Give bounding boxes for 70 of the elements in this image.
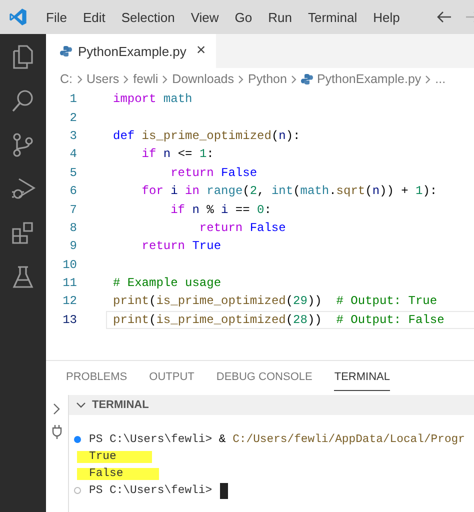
chevron-right-icon[interactable] [53, 403, 61, 415]
code-line: def is_prime_optimized(n): [113, 128, 300, 143]
menu-item[interactable]: File [38, 10, 75, 24]
terminal-prompt: PS C:\Users\fewli> [89, 434, 212, 446]
code-line: if n <= 1: [140, 147, 214, 162]
menu-item[interactable]: Terminal [300, 10, 366, 24]
code-line: print(is_prime_optimized(28)) # Output: False [113, 312, 444, 327]
line-number: 10 [62, 258, 77, 272]
line-number: 9 [68, 239, 77, 254]
files-icon[interactable] [10, 44, 36, 70]
breadcrumb-item[interactable]: PythonExample.py [316, 72, 422, 86]
breadcrumb-item[interactable]: Python [248, 72, 287, 86]
line-number: 8 [68, 220, 77, 235]
extensions-icon[interactable] [10, 220, 36, 246]
line-number: 11 [62, 276, 77, 290]
python-file-icon [60, 45, 72, 57]
breadcrumb-item[interactable]: C: [60, 72, 72, 86]
highlighted-output: True [77, 450, 152, 462]
terminal-title: TERMINAL [92, 399, 149, 411]
terminal-section-header[interactable]: TERMINAL [69, 395, 474, 415]
terminal-command: & C:/Users/fewli/AppData/Local/Progr [218, 434, 465, 446]
line-number: 12 [62, 294, 77, 308]
code-editor-logo-icon [8, 7, 28, 27]
menu-item[interactable]: View [182, 10, 227, 24]
breadcrumb-item[interactable]: Users [86, 72, 120, 86]
chevron-right-icon [425, 74, 432, 84]
breadcrumb-item[interactable]: ... [435, 72, 446, 86]
line-number: 1 [68, 92, 77, 106]
line-number: 5 [68, 166, 77, 180]
code-line: # Example usage [113, 276, 222, 290]
code-line: import math [113, 92, 192, 106]
back-arrow-icon[interactable] [436, 10, 452, 24]
panel-tab[interactable]: OUTPUT [149, 371, 194, 391]
line-number: 4 [68, 147, 77, 162]
chevron-right-icon [290, 74, 297, 84]
code-line: return True [140, 239, 222, 254]
search-icon[interactable] [10, 88, 36, 114]
breadcrumb-item[interactable]: fewli [133, 72, 158, 86]
menu-item[interactable]: Help [365, 10, 408, 24]
python-file-icon [300, 73, 313, 85]
panel-tab[interactable]: DEBUG CONSOLE [216, 371, 312, 391]
close-icon[interactable]: × [196, 42, 206, 60]
line-number: 7 [68, 202, 77, 217]
menu-item[interactable]: Edit [74, 10, 114, 24]
menu-item[interactable]: Selection [113, 10, 183, 24]
line-number: 2 [68, 110, 77, 125]
code-line: return False [198, 220, 286, 235]
highlighted-output: False [77, 468, 160, 480]
chevron-down-icon[interactable] [76, 402, 86, 408]
chevron-right-icon [76, 74, 82, 84]
terminal-prompt: PS C:\Users\fewli> [89, 484, 212, 496]
panel-tab[interactable]: TERMINAL [334, 371, 390, 391]
code-line: return False [170, 166, 258, 180]
code-line: if n % i == 0: [170, 202, 272, 217]
code-line: print(is_prime_optimized(29)) # Output: True [113, 294, 438, 308]
code-line: for i in range(2, int(math.sqrt(n)) + 1): [140, 184, 438, 198]
line-number: 3 [68, 128, 77, 143]
chevron-right-icon [238, 74, 244, 84]
plug-icon[interactable] [52, 425, 62, 439]
menu-item[interactable]: Run [260, 10, 300, 24]
tab-label: PythonExample.py [78, 44, 186, 58]
breadcrumb-item[interactable]: Downloads [172, 72, 234, 86]
panel-tab[interactable]: PROBLEMS [66, 371, 128, 391]
flask-icon[interactable] [10, 264, 36, 290]
chevron-right-icon [123, 74, 130, 84]
menu-item[interactable]: Go [226, 10, 260, 24]
line-number: 6 [68, 184, 77, 198]
line-number: 13 [62, 312, 77, 327]
editor-tab[interactable]: PythonExample.py × [46, 34, 216, 68]
chevron-right-icon [162, 74, 168, 84]
